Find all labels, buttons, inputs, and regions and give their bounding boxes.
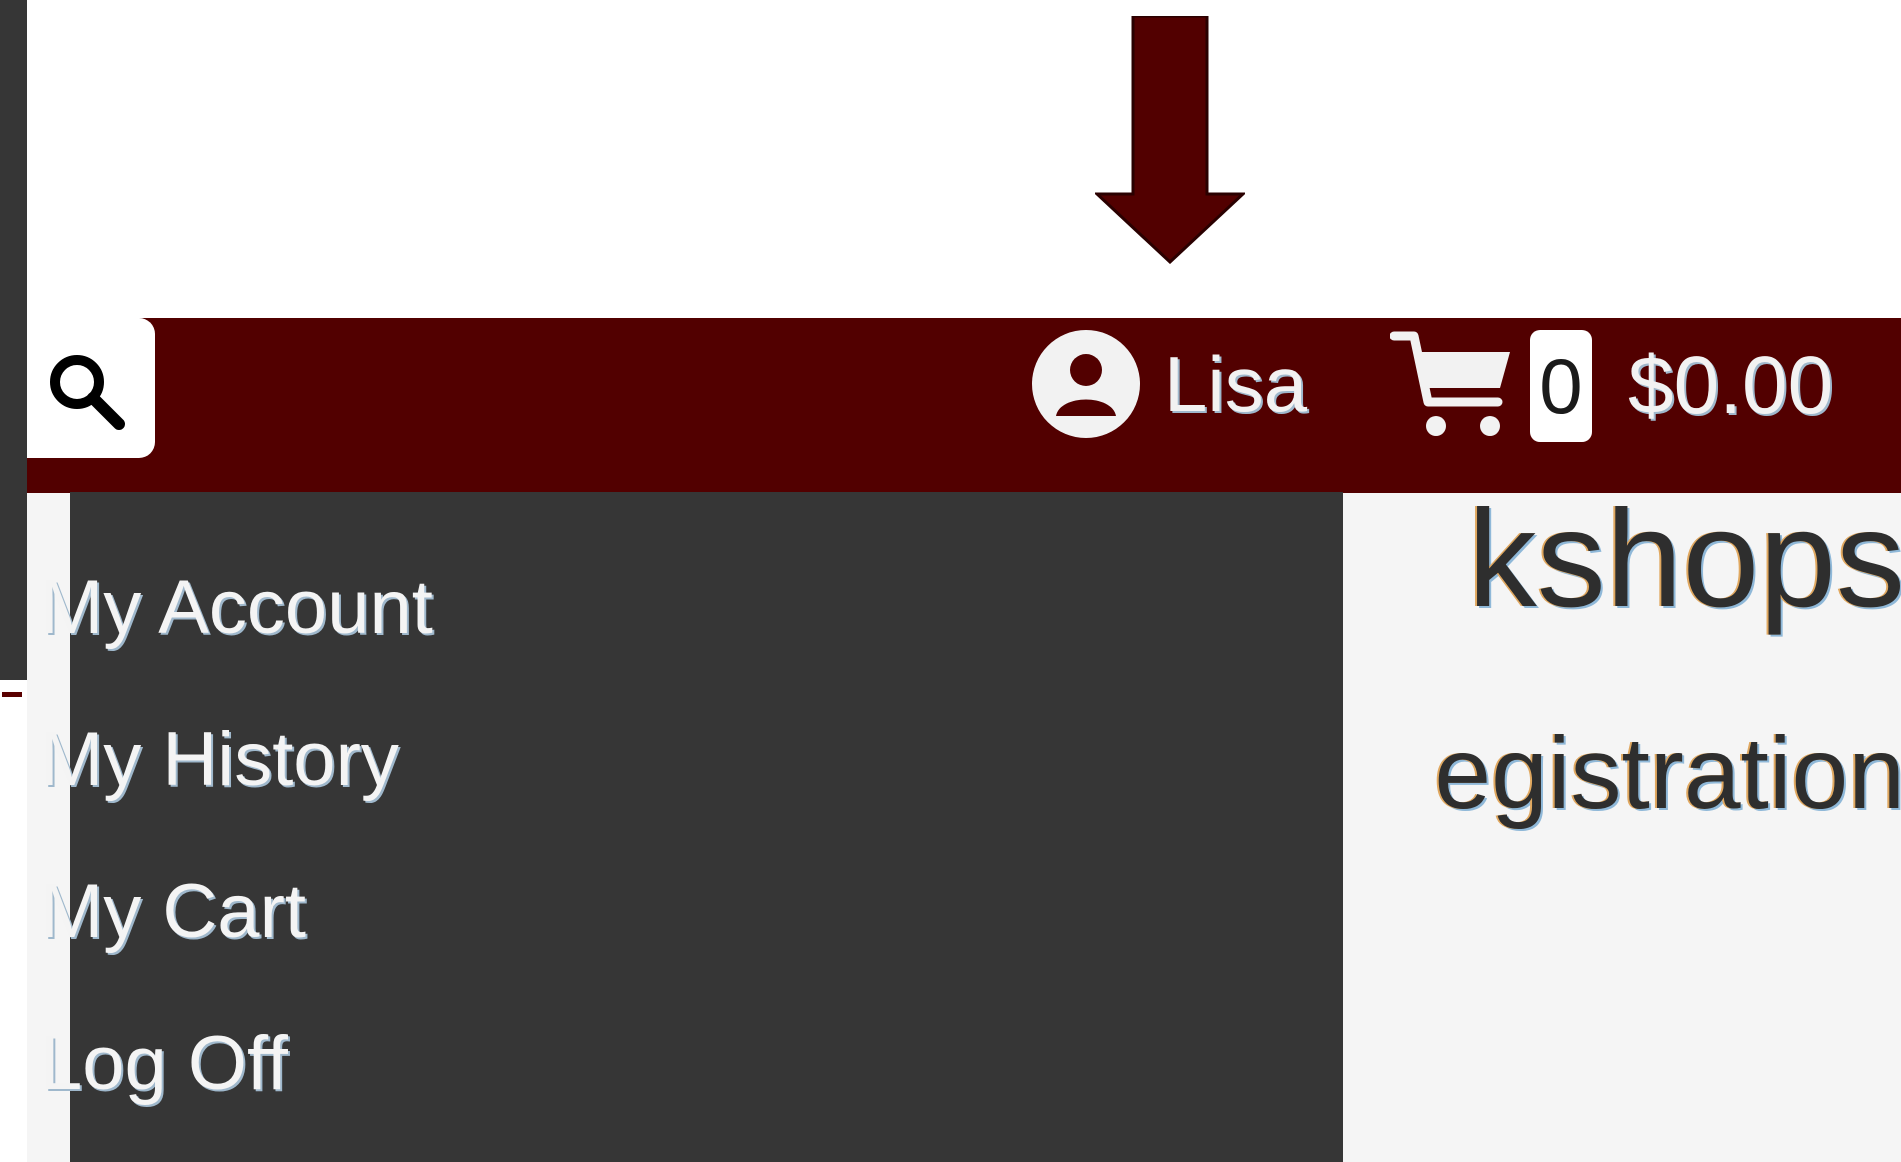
cart-count-badge: 0 [1530, 330, 1592, 442]
menu-item-my-cart[interactable]: My Cart [40, 874, 306, 950]
cart-link[interactable]: 0 $0.00 [1390, 326, 1833, 446]
shopping-cart-icon [1390, 326, 1516, 446]
arrow-down-icon [1095, 16, 1245, 264]
user-menu-toggle[interactable]: Lisa [1030, 328, 1307, 440]
menu-item-log-off[interactable]: Log Off [40, 1026, 288, 1102]
search-button[interactable] [27, 318, 155, 458]
page-heading: kshops [1467, 482, 1901, 636]
cart-total: $0.00 [1628, 340, 1834, 431]
menu-item-my-account[interactable]: My Account [40, 570, 433, 646]
left-panel-edge-accent [0, 680, 27, 710]
menu-item-my-history[interactable]: My History [40, 722, 399, 798]
page-subheading: egistration [1434, 716, 1901, 830]
user-name: Lisa [1164, 340, 1308, 428]
edge-mark [2, 692, 22, 697]
left-panel-edge [0, 0, 27, 680]
search-icon [50, 355, 125, 430]
user-circle-icon [1030, 328, 1142, 440]
